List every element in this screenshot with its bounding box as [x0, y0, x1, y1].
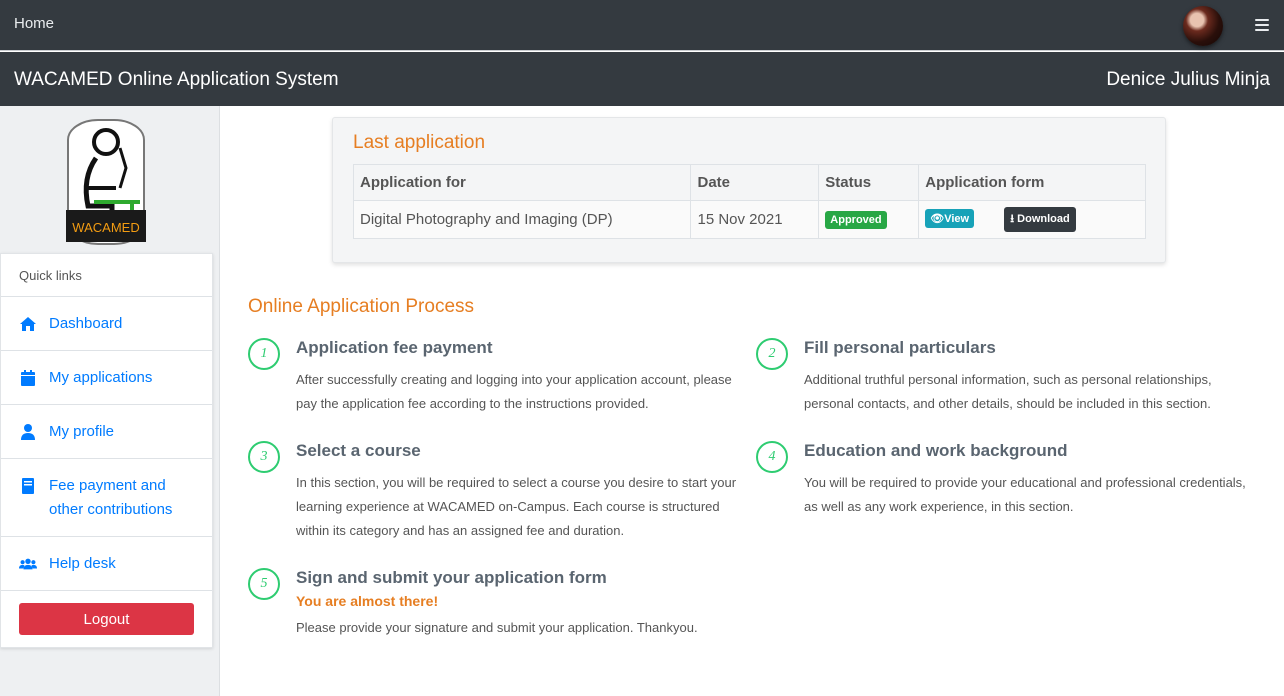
date-cell: 15 Nov 2021 [690, 200, 820, 239]
application-for-cell: Digital Photography and Imaging (DP) [352, 200, 692, 239]
step-highlight: You are almost there! [296, 593, 439, 609]
quick-links-title: Quick links [1, 254, 212, 297]
sidebar-item-label: My profile [49, 423, 115, 440]
title-bar: WACAMED Online Application System Denice… [0, 52, 1284, 106]
view-button[interactable]: 👁︎View [925, 209, 975, 228]
column-header: Application for [352, 164, 692, 201]
user-avatar[interactable] [1183, 6, 1223, 46]
home-link[interactable]: Home [14, 15, 54, 32]
sidebar-item-label: Dashboard [49, 315, 123, 332]
step-description: Additional truthful personal information… [804, 372, 1212, 411]
sidebar-item-help-desk[interactable]: Help desk [1, 537, 212, 591]
step-description: After successfully creating and logging … [296, 372, 732, 411]
last-application-card: Last application Application for Date St… [332, 117, 1166, 263]
eye-icon: 👁︎ [930, 213, 945, 225]
status-badge: Approved [825, 211, 887, 229]
step-number: 2 [756, 338, 788, 370]
step-title: Application fee payment [296, 338, 493, 357]
step-number: 4 [756, 441, 788, 473]
column-header: Status [818, 164, 920, 201]
download-button[interactable]: ⭳ Download [1004, 207, 1076, 232]
calendar-icon [21, 370, 35, 386]
sidebar-item-label: My applications [49, 369, 153, 386]
quick-links-card: Quick links Dashboard My applications My… [0, 253, 213, 648]
step-title: Sign and submit your application form [296, 568, 607, 587]
sidebar-item-dashboard[interactable]: Dashboard [1, 297, 212, 351]
top-navbar: Home [0, 0, 1284, 51]
step-title: Fill personal particulars [804, 338, 996, 357]
logout-button[interactable]: Logout [19, 603, 194, 635]
hamburger-menu-icon[interactable] [1255, 19, 1269, 33]
step-title: Education and work background [804, 441, 1068, 460]
logo-text: WACAMED [72, 220, 139, 235]
sidebar: WACAMED Quick links Dashboard My applica… [0, 106, 220, 696]
sidebar-item-my-profile[interactable]: My profile [1, 405, 212, 459]
step-description: In this section, you will be required to… [296, 475, 737, 538]
status-cell: Approved [818, 200, 920, 239]
table-row: Digital Photography and Imaging (DP) 15 … [352, 200, 1146, 239]
last-application-title: Last application [353, 132, 486, 153]
user-icon [21, 424, 35, 440]
application-form-cell: 👁︎View ⭳ Download [918, 200, 1146, 239]
view-label: View [944, 213, 970, 225]
application-table: Application for Date Status Application … [352, 164, 1146, 239]
sidebar-item-label: Help desk [49, 555, 116, 572]
column-header: Application form [918, 164, 1146, 201]
sidebar-item-my-applications[interactable]: My applications [1, 351, 212, 405]
wacamed-logo: WACAMED [66, 119, 146, 245]
sidebar-item-fee-payment[interactable]: Fee payment and other contributions [1, 459, 212, 537]
table-header-row: Application for Date Status Application … [352, 164, 1146, 201]
download-label: Download [1017, 213, 1070, 225]
logout-wrap: Logout [1, 591, 212, 647]
step-number: 5 [248, 568, 280, 600]
app-title: WACAMED Online Application System [14, 69, 339, 90]
step-number: 3 [248, 441, 280, 473]
step-description: Please provide your signature and submit… [296, 620, 698, 635]
home-icon [20, 317, 36, 331]
column-header: Date [690, 164, 820, 201]
users-icon [19, 558, 37, 570]
step-title: Select a course [296, 441, 421, 460]
process-title: Online Application Process [248, 296, 475, 317]
step-description: You will be required to provide your edu… [804, 475, 1246, 514]
sidebar-item-label: Fee payment and other contributions [49, 477, 173, 518]
book-icon [22, 478, 34, 494]
user-name: Denice Julius Minja [1106, 69, 1270, 90]
step-number: 1 [248, 338, 280, 370]
